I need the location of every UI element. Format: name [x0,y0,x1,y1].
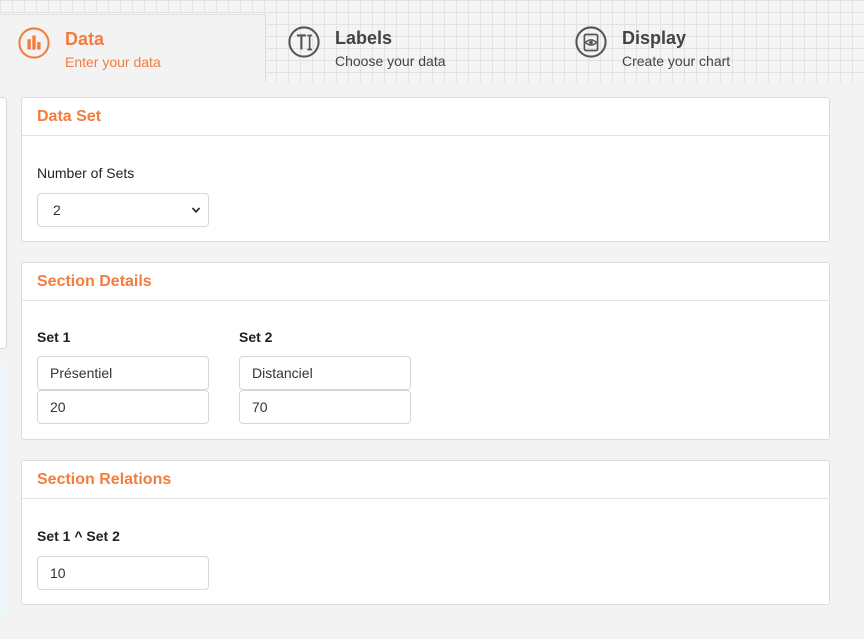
eye-icon [575,26,607,58]
tab-data-subtitle: Enter your data [65,54,161,70]
section-details-heading: Section Details [22,263,829,301]
set-1-label: Set 1 [37,329,71,345]
set-1-name-input[interactable] [37,356,209,390]
side-panel-edge-lower [0,365,7,615]
tab-display-title: Display [622,28,687,48]
relation-value-input[interactable] [37,556,209,590]
section-details-panel: Section Details Set 1 Set 2 [21,262,830,440]
tab-labels-subtitle: Choose your data [335,53,446,69]
section-relations-heading: Section Relations [22,461,829,499]
set-2-name-input[interactable] [239,356,411,390]
number-of-sets-value: 2 [53,202,61,218]
relation-label: Set 1 ^ Set 2 [37,528,120,544]
tab-data[interactable]: Data Enter your data [0,14,266,82]
data-set-panel: Data Set Number of Sets 2 [21,97,830,242]
tab-display[interactable]: Display Create your chart [556,14,856,82]
tab-labels[interactable]: Labels Choose your data [266,14,556,82]
data-set-heading: Data Set [22,98,829,136]
section-relations-panel: Section Relations Set 1 ^ Set 2 [21,460,830,605]
side-panel-edge [0,97,7,349]
bar-chart-icon [18,27,50,59]
chevron-down-icon [190,204,202,216]
text-cursor-icon [288,26,320,58]
tab-labels-title: Labels [335,28,393,48]
tab-data-title: Data [65,29,105,49]
number-of-sets-select[interactable]: 2 [37,193,209,227]
tab-display-subtitle: Create your chart [622,53,731,69]
set-2-label: Set 2 [239,329,273,345]
number-of-sets-label: Number of Sets [37,165,135,181]
set-2-value-input[interactable] [239,390,411,424]
set-1-value-input[interactable] [37,390,209,424]
